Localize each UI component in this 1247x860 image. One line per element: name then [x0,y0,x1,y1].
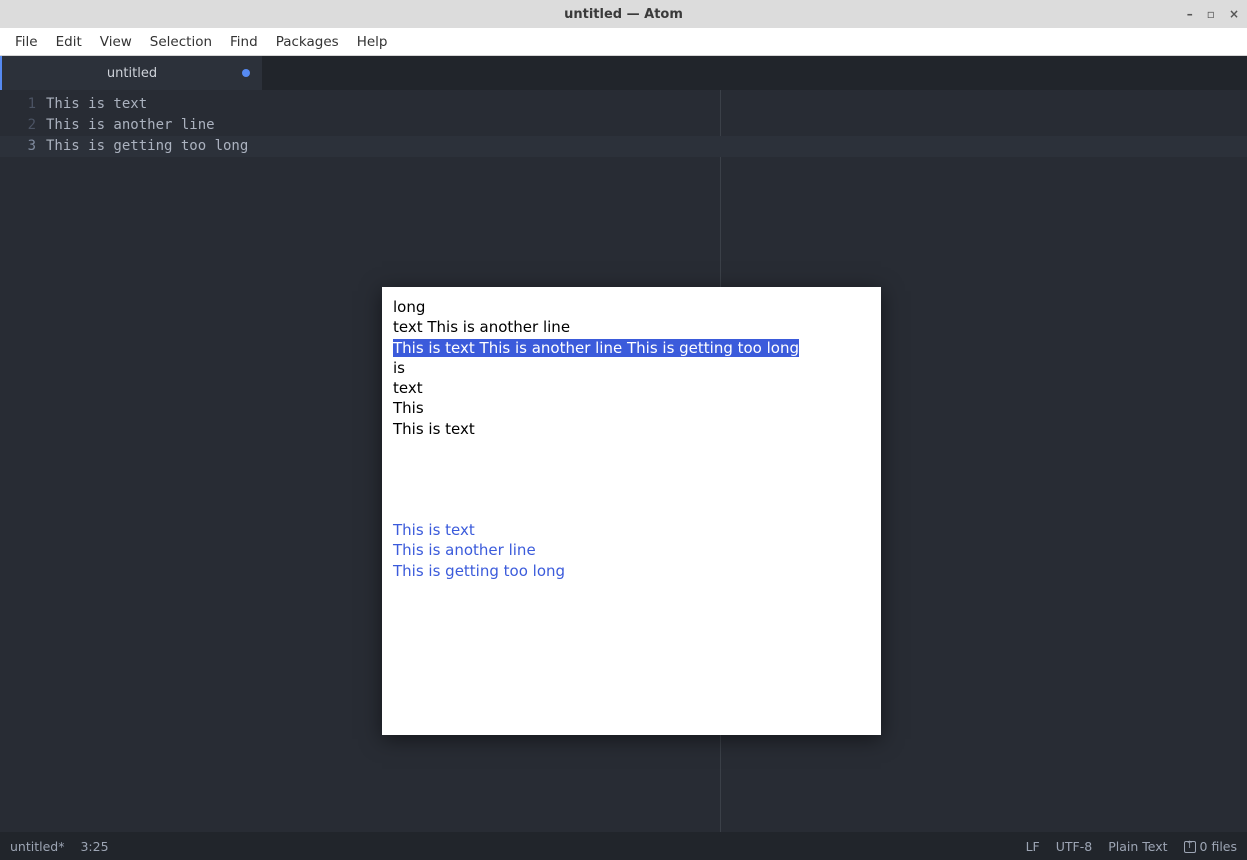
menu-find[interactable]: Find [221,30,267,54]
list-item[interactable]: is [393,358,870,378]
editor-line[interactable]: 1This is text [46,94,1247,115]
maximize-button[interactable]: ▫ [1207,7,1215,21]
statusbar-right: LF UTF-8 Plain Text 0 files [1026,839,1237,854]
list-item[interactable]: text [393,378,870,398]
window-controls: – ▫ × [1187,0,1239,28]
selected-text: This is text This is another line This i… [393,339,799,357]
list-item[interactable]: This is another line [393,540,870,560]
list-item[interactable]: This is text [393,520,870,540]
status-encoding[interactable]: UTF-8 [1056,839,1092,854]
editor-line[interactable]: 3This is getting too long [46,136,1247,157]
line-number: 3 [0,136,36,157]
line-text: This is text [46,96,147,112]
list-item[interactable]: This is getting too long [393,561,870,581]
git-icon [1184,841,1196,853]
menu-help[interactable]: Help [348,30,397,54]
status-grammar[interactable]: Plain Text [1108,839,1167,854]
menu-edit[interactable]: Edit [47,30,91,54]
menu-selection[interactable]: Selection [141,30,221,54]
list-item[interactable]: long [393,297,870,317]
line-number: 2 [0,115,36,136]
minimize-button[interactable]: – [1187,7,1193,21]
window-title: untitled — Atom [564,7,683,22]
list-item[interactable]: text This is another line [393,317,870,337]
statusbar: untitled* 3:25 LF UTF-8 Plain Text 0 fil… [0,832,1247,860]
text-editor[interactable]: 1This is text2This is another line3This … [0,90,1247,832]
editor-line[interactable]: 2This is another line [46,115,1247,136]
titlebar: untitled — Atom – ▫ × [0,0,1247,28]
list-item[interactable]: This [393,398,870,418]
line-text: This is another line [46,117,215,133]
status-line-ending[interactable]: LF [1026,839,1040,854]
menu-view[interactable]: View [91,30,141,54]
tab-untitled[interactable]: untitled [0,56,262,90]
line-number: 1 [0,94,36,115]
statusbar-left: untitled* 3:25 [10,839,109,854]
tabbar: untitled [0,56,1247,90]
status-cursor[interactable]: 3:25 [80,839,108,854]
dirty-indicator-icon [242,69,250,77]
app-window: untitled — Atom – ▫ × File Edit View Sel… [0,0,1247,860]
line-text: This is getting too long [46,138,248,154]
popup-gap [393,439,870,520]
menu-file[interactable]: File [6,30,47,54]
autocomplete-popup[interactable]: long text This is another line This is t… [382,287,881,735]
menubar: File Edit View Selection Find Packages H… [0,28,1247,56]
list-item[interactable]: This is text [393,419,870,439]
editor-lines: 1This is text2This is another line3This … [46,94,1247,157]
tab-title: untitled [107,66,157,81]
list-item-selected[interactable]: This is text This is another line This i… [393,338,870,358]
status-git[interactable]: 0 files [1184,839,1237,854]
status-filename[interactable]: untitled* [10,839,64,854]
status-git-text: 0 files [1200,839,1237,854]
close-button[interactable]: × [1229,7,1239,21]
menu-packages[interactable]: Packages [267,30,348,54]
